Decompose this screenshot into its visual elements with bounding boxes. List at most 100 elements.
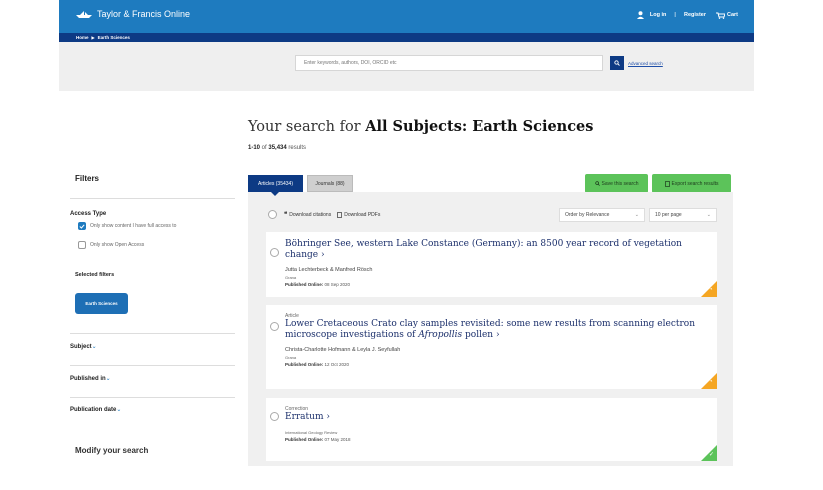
article-authors[interactable]: Jutta Lechterbeck & Manfred Rösch [285, 267, 717, 273]
results-range: 1-10 [248, 145, 261, 151]
published-in-facet[interactable]: Published in⌄ [70, 375, 111, 382]
published-value: 07 May 2018 [324, 437, 351, 442]
auth-separator: | [674, 12, 676, 18]
result-body: Böhringer See, western Lake Constance (G… [285, 239, 717, 287]
breadcrumb-home[interactable]: Home [76, 35, 89, 40]
published-value: 12 Oct 2020 [324, 362, 350, 367]
chevron-down-icon: ⌄ [105, 376, 111, 382]
search-icon [614, 60, 620, 66]
article-title-text: Böhringer See, western Lake Constance (G… [285, 239, 682, 260]
subject-facet[interactable]: Subject⌄ [70, 343, 97, 350]
register-link[interactable]: Register [684, 12, 706, 18]
published-label: Published Online: [285, 437, 324, 442]
page-title: Your search for All Subjects: Earth Scie… [248, 118, 593, 135]
modify-search-heading: Modify your search [75, 446, 149, 455]
select-result-radio[interactable] [270, 248, 279, 257]
lock-icon: ◔ [709, 379, 713, 385]
site-logo[interactable]: Taylor & Francis Online [75, 9, 190, 19]
per-page-value: 10 per page [655, 212, 682, 218]
results-total: 35,434 [268, 145, 287, 151]
select-result-radio[interactable] [270, 412, 279, 421]
order-select[interactable]: Order by Relevance ⌄ [559, 208, 645, 222]
active-tab-pointer [271, 192, 279, 196]
per-page-select[interactable]: 10 per page ⌄ [649, 208, 717, 222]
quote-icon[interactable]: ❝ [284, 211, 287, 218]
journal-name[interactable]: International Geology Review [285, 430, 351, 435]
search-icon [594, 181, 600, 186]
article-title-end: pollen [462, 330, 494, 340]
published-value: 08 Sep 2020 [324, 282, 351, 287]
published-label: Published Online: [285, 362, 324, 367]
checkmark-icon [79, 223, 85, 229]
logo-text: Taylor & Francis Online [97, 9, 191, 19]
select-result-radio[interactable] [270, 322, 279, 331]
pdf-icon[interactable] [337, 211, 343, 218]
tab-articles[interactable]: Articles (35434) [248, 175, 303, 192]
chevron-down-icon: ⌄ [706, 212, 711, 218]
chevron-right-icon: › [495, 330, 500, 340]
published-date: Published Online: 12 Oct 2020 [285, 362, 695, 367]
journal-name[interactable]: Grana [285, 355, 695, 360]
results-count: 1-10 of 35,434 results [248, 145, 306, 151]
full-access-option[interactable]: Only show content I have full access to [78, 222, 176, 230]
result-card: Article Lower Cretaceous Crato clay samp… [266, 305, 717, 389]
advanced-search-link[interactable]: Advanced search [628, 61, 663, 66]
result-body: Article Lower Cretaceous Crato clay samp… [285, 313, 695, 367]
search-button[interactable] [610, 56, 624, 70]
title-subject: All Subjects: Earth Sciences [365, 118, 594, 135]
breadcrumb-current: Earth Sciences [97, 35, 130, 40]
ship-logo-icon [76, 10, 92, 18]
open-access-checkbox[interactable] [78, 241, 86, 249]
divider [70, 397, 235, 398]
check-icon: ✓ [709, 452, 715, 458]
publication-date-facet[interactable]: Publication date⌄ [70, 406, 121, 413]
select-all-radio[interactable] [268, 210, 277, 219]
filters-heading: Filters [75, 174, 100, 183]
title-prefix: Your search for [248, 119, 366, 135]
document-icon [664, 180, 670, 187]
article-title[interactable]: Böhringer See, western Lake Constance (G… [285, 239, 717, 261]
result-card: Böhringer See, western Lake Constance (G… [266, 232, 717, 297]
chevron-right-icon: › [320, 250, 325, 260]
divider [70, 198, 235, 199]
results-word: results [286, 145, 307, 151]
published-date: Published Online: 07 May 2018 [285, 437, 351, 442]
published-label: Published Online: [285, 282, 324, 287]
export-results-button[interactable]: Export search results [652, 174, 731, 193]
cart-link[interactable]: Cart [727, 12, 738, 18]
tab-journals[interactable]: Journals (88) [307, 175, 353, 192]
article-authors[interactable]: Christa-Charlotte Hofmann & Leyla J. Sey… [285, 347, 695, 353]
search-input[interactable] [295, 55, 603, 71]
results-toolbar: ❝ Download citations Download PDFs [268, 210, 380, 219]
order-value: Order by Relevance [565, 212, 610, 218]
download-pdfs-link[interactable]: Download PDFs [344, 212, 380, 218]
full-access-label: Only show content I have full access to [90, 223, 177, 229]
article-title-italic: Afropollis [418, 330, 463, 340]
download-citations-link[interactable]: Download citations [289, 212, 331, 218]
article-title-text: Erratum [285, 412, 324, 422]
access-badge: ◔ [701, 373, 717, 389]
divider [70, 365, 235, 366]
chevron-right-icon: › [326, 412, 330, 422]
open-access-option[interactable]: Only show Open Access [78, 241, 144, 249]
selected-filter-chip[interactable]: Earth Sciences [75, 293, 128, 314]
open-access-badge: ✓ [701, 445, 717, 461]
selected-filters-heading: Selected filters [75, 272, 115, 278]
result-body: Correction Erratum › International Geolo… [285, 406, 351, 442]
save-search-button[interactable]: Save this search [585, 174, 648, 193]
article-title[interactable]: Erratum › [285, 412, 351, 423]
access-badge: ◔ [701, 281, 717, 297]
divider [70, 333, 235, 334]
save-search-label: Save this search [601, 180, 639, 187]
published-date: Published Online: 08 Sep 2020 [285, 282, 717, 287]
published-in-label: Published in [70, 376, 106, 382]
search-band: Advanced search [59, 42, 754, 91]
user-icon [636, 11, 644, 19]
result-card: Correction Erratum › International Geolo… [266, 398, 717, 461]
journal-name[interactable]: Grana [285, 275, 717, 280]
export-results-label: Export search results [671, 180, 719, 187]
article-title[interactable]: Lower Cretaceous Crato clay samples revi… [285, 319, 695, 341]
full-access-checkbox[interactable] [78, 222, 86, 230]
login-link[interactable]: Log in [650, 12, 667, 18]
cart-icon[interactable] [715, 12, 725, 19]
